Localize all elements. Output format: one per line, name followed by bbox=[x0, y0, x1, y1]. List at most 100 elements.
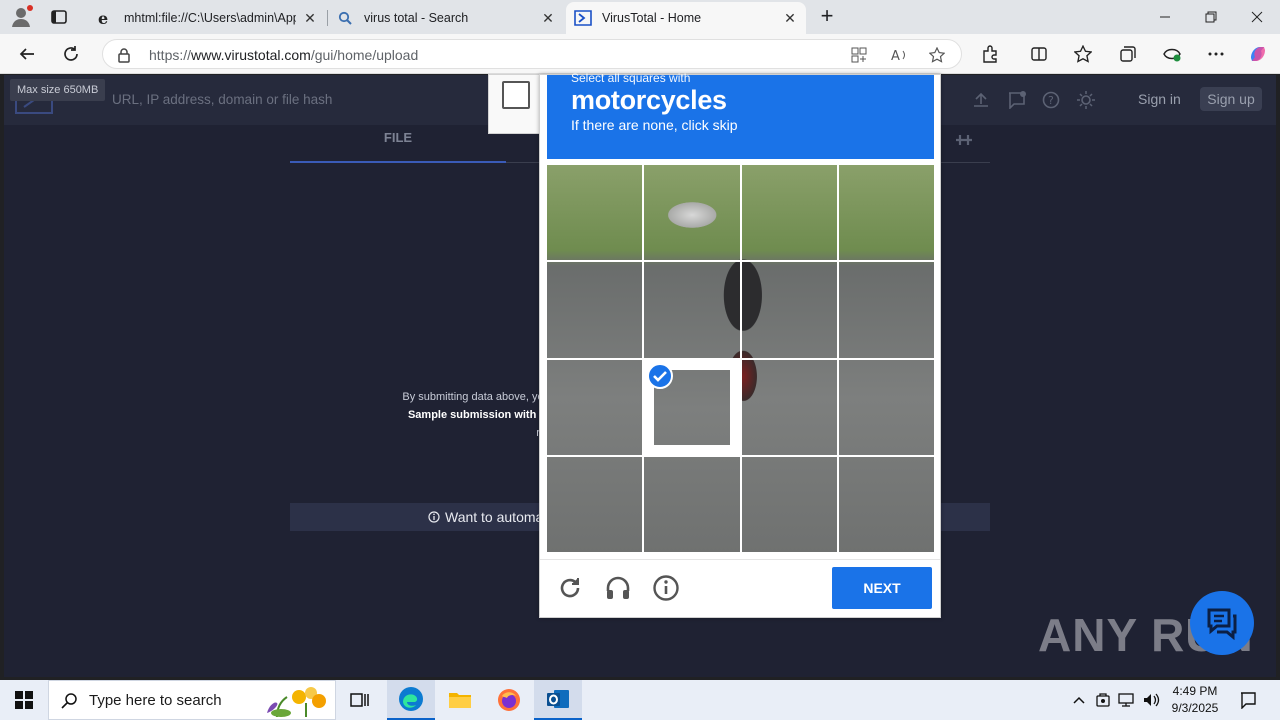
max-size-tooltip: Max size 650MB bbox=[10, 79, 106, 101]
read-aloud-icon[interactable]: A bbox=[891, 47, 907, 64]
tab-actions-icon[interactable] bbox=[50, 8, 68, 26]
app-available-icon[interactable] bbox=[851, 47, 867, 63]
new-tab-button[interactable]: + bbox=[816, 5, 838, 28]
challenge-subtitle: If there are none, click skip bbox=[571, 117, 738, 133]
challenge-tile[interactable] bbox=[547, 262, 643, 358]
challenge-tile[interactable] bbox=[547, 359, 643, 455]
tile-selected-check-icon bbox=[647, 362, 674, 389]
clock-time: 4:49 PM bbox=[1172, 684, 1218, 698]
close-window-button[interactable] bbox=[1234, 0, 1280, 34]
challenge-instruction: Select all squares with bbox=[571, 71, 691, 85]
tab-title: virus total - Search bbox=[364, 11, 469, 25]
network-icon[interactable] bbox=[1116, 680, 1138, 720]
restore-button[interactable] bbox=[1188, 0, 1234, 34]
split-screen-icon[interactable] bbox=[1029, 44, 1049, 64]
clock-date: 9/3/2025 bbox=[1171, 701, 1219, 715]
challenge-tile[interactable] bbox=[741, 359, 837, 455]
svg-text:e: e bbox=[98, 10, 108, 26]
search-icon bbox=[61, 693, 77, 714]
search-input[interactable]: URL, IP address, domain or file hash bbox=[112, 92, 332, 107]
outlook-icon[interactable] bbox=[534, 680, 582, 720]
sign-up-button[interactable]: Sign up bbox=[1200, 87, 1262, 111]
advanced-search-icon[interactable] bbox=[954, 131, 974, 149]
edge-taskbar-icon[interactable] bbox=[387, 680, 435, 720]
notification-dot bbox=[27, 5, 33, 11]
back-button[interactable] bbox=[16, 43, 38, 65]
chat-button[interactable] bbox=[1190, 591, 1254, 655]
upload-icon[interactable] bbox=[972, 91, 990, 109]
recaptcha-challenge: Select all squares with motorcycles If t… bbox=[539, 71, 941, 618]
audio-challenge-icon[interactable] bbox=[604, 574, 632, 602]
challenge-tile[interactable] bbox=[741, 165, 837, 261]
start-button[interactable] bbox=[0, 680, 48, 720]
search-icon bbox=[336, 9, 354, 27]
minimize-button[interactable] bbox=[1142, 0, 1188, 34]
ie-icon: e bbox=[96, 9, 114, 27]
refresh-button[interactable] bbox=[60, 43, 82, 65]
challenge-tile[interactable] bbox=[838, 456, 934, 552]
volume-icon[interactable] bbox=[1140, 680, 1162, 720]
challenge-tile[interactable] bbox=[547, 456, 643, 552]
challenge-tile[interactable] bbox=[547, 165, 643, 261]
lock-icon[interactable] bbox=[117, 47, 131, 63]
profile-icon[interactable] bbox=[10, 5, 33, 28]
challenge-header: Select all squares with motorcycles If t… bbox=[547, 71, 934, 159]
file-explorer-icon[interactable] bbox=[436, 680, 484, 720]
tab-title: mhtml:file://C:\Users\admin\AppD bbox=[124, 11, 296, 25]
tab-search[interactable]: virus total - Search ✕ bbox=[328, 2, 564, 34]
browser-essentials-icon[interactable] bbox=[1162, 44, 1182, 64]
challenge-footer: NEXT bbox=[540, 559, 940, 617]
show-hidden-icons-icon[interactable] bbox=[1068, 680, 1090, 720]
notification-icon[interactable] bbox=[1007, 91, 1026, 110]
svg-text:?: ? bbox=[1048, 94, 1054, 107]
challenge-tile[interactable] bbox=[644, 165, 740, 261]
sign-in-link[interactable]: Sign in bbox=[1138, 91, 1181, 107]
tab-title: VirusTotal - Home bbox=[602, 11, 702, 25]
copilot-icon[interactable] bbox=[1248, 44, 1268, 64]
close-icon[interactable]: ✕ bbox=[782, 10, 798, 26]
task-view-button[interactable] bbox=[336, 680, 384, 720]
taskbar-search-placeholder: Type here to search bbox=[89, 692, 222, 709]
challenge-tile[interactable] bbox=[741, 262, 837, 358]
reload-icon[interactable] bbox=[556, 574, 584, 602]
recaptcha-checkbox[interactable] bbox=[502, 81, 530, 109]
virustotal-icon bbox=[574, 9, 592, 27]
theme-toggle-icon[interactable] bbox=[1077, 91, 1095, 109]
automate-text: Want to automa bbox=[445, 509, 544, 525]
challenge-tile[interactable] bbox=[838, 165, 934, 261]
challenge-tile[interactable] bbox=[741, 456, 837, 552]
collections-icon[interactable] bbox=[1118, 44, 1138, 64]
url-bar[interactable]: https://www.virustotal.com/gui/home/uplo… bbox=[102, 39, 962, 69]
favorites-icon[interactable] bbox=[1073, 44, 1093, 64]
tab-file[interactable]: FILE bbox=[290, 125, 506, 163]
challenge-tile[interactable] bbox=[644, 456, 740, 552]
notification-center-icon[interactable] bbox=[1236, 680, 1260, 720]
taskbar-search[interactable]: Type here to search bbox=[48, 680, 336, 720]
challenge-tile[interactable] bbox=[838, 262, 934, 358]
info-icon bbox=[428, 511, 440, 523]
challenge-tile[interactable] bbox=[838, 359, 934, 455]
flowers-decoration-icon bbox=[261, 683, 335, 720]
browser-tab-bar: e mhtml:file://C:\Users\admin\AppD ✕ vir… bbox=[0, 0, 1280, 34]
tab-mhtml[interactable]: e mhtml:file://C:\Users\admin\AppD ✕ bbox=[88, 2, 326, 34]
next-button[interactable]: NEXT bbox=[832, 567, 932, 609]
help-icon[interactable]: ? bbox=[1042, 91, 1060, 109]
close-icon[interactable]: ✕ bbox=[540, 10, 556, 26]
more-options-icon[interactable] bbox=[1206, 44, 1226, 64]
security-tray-icon[interactable] bbox=[1092, 680, 1114, 720]
challenge-tile[interactable] bbox=[644, 359, 740, 455]
chat-icon bbox=[1207, 608, 1237, 640]
tab-virustotal[interactable]: VirusTotal - Home ✕ bbox=[566, 2, 806, 34]
extensions-icon[interactable] bbox=[980, 44, 1000, 64]
windows-icon bbox=[15, 691, 33, 709]
address-toolbar: https://www.virustotal.com/gui/home/uplo… bbox=[0, 34, 1280, 74]
favorite-star-icon[interactable] bbox=[928, 46, 946, 63]
challenge-target: motorcycles bbox=[571, 85, 727, 115]
firefox-icon[interactable] bbox=[485, 680, 533, 720]
windows-taskbar: Type here to search 4:49 PM 9/3/2025 bbox=[0, 680, 1280, 720]
system-clock[interactable]: 4:49 PM 9/3/2025 bbox=[1162, 683, 1228, 717]
challenge-tile[interactable] bbox=[644, 262, 740, 358]
challenge-image-grid bbox=[547, 165, 934, 552]
close-icon[interactable]: ✕ bbox=[302, 10, 318, 26]
info-icon[interactable] bbox=[652, 574, 680, 602]
